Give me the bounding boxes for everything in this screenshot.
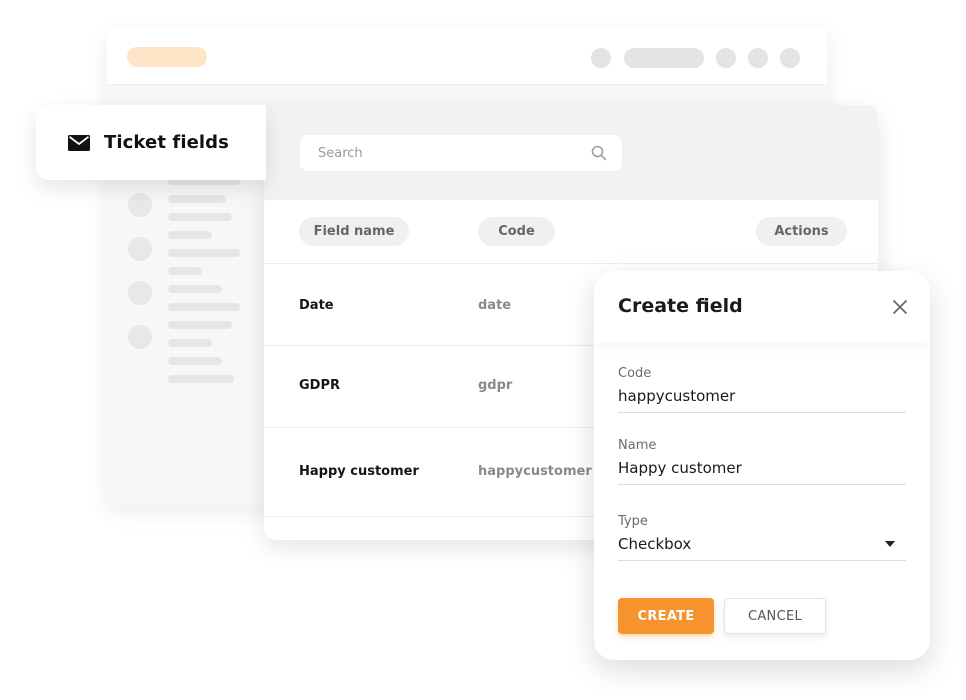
sidebar-item-label: Ticket fields bbox=[104, 132, 229, 153]
type-field-value[interactable]: Checkbox bbox=[618, 535, 691, 553]
window-topbar bbox=[107, 28, 827, 85]
field-underline bbox=[618, 412, 906, 413]
create-field-dialog: Create field Code happycustomer Name Hap… bbox=[594, 271, 930, 660]
name-field-label: Name bbox=[618, 438, 657, 453]
field-underline bbox=[618, 484, 906, 485]
search-bar-area bbox=[264, 105, 878, 200]
sidebar-skeleton-avatar bbox=[128, 193, 152, 217]
code-field-value[interactable]: happycustomer bbox=[618, 387, 735, 405]
topbar-dot-2[interactable] bbox=[716, 48, 736, 68]
sidebar-skeleton-line bbox=[168, 249, 240, 257]
sidebar-skeleton-line bbox=[168, 321, 232, 329]
row-field-code: date bbox=[478, 298, 512, 313]
code-field-label: Code bbox=[618, 366, 652, 381]
row-field-code: gdpr bbox=[478, 378, 513, 393]
sidebar-item-ticket-fields[interactable]: Ticket fields bbox=[36, 105, 266, 180]
sidebar-skeleton-line bbox=[168, 267, 202, 275]
logo-placeholder bbox=[127, 47, 207, 67]
sidebar-skeleton-avatar bbox=[128, 325, 152, 349]
search-input[interactable] bbox=[300, 135, 622, 171]
create-button[interactable]: CREATE bbox=[618, 598, 714, 634]
topbar-pill[interactable] bbox=[624, 48, 704, 68]
topbar-dot-4[interactable] bbox=[780, 48, 800, 68]
sidebar-skeleton-line bbox=[168, 375, 234, 383]
search-icon[interactable] bbox=[591, 145, 607, 161]
topbar-dot-3[interactable] bbox=[748, 48, 768, 68]
close-icon[interactable] bbox=[891, 298, 909, 316]
sidebar-skeleton-line bbox=[168, 195, 226, 203]
row-field-name: Happy customer bbox=[299, 464, 419, 479]
chevron-down-icon[interactable] bbox=[884, 540, 896, 548]
row-field-name: GDPR bbox=[299, 378, 340, 393]
envelope-icon bbox=[68, 134, 90, 151]
column-header-actions[interactable]: Actions bbox=[756, 217, 847, 246]
sidebar-skeleton-line bbox=[168, 285, 222, 293]
sidebar-skeleton-line bbox=[168, 303, 240, 311]
name-field-value[interactable]: Happy customer bbox=[618, 459, 742, 477]
dialog-title: Create field bbox=[618, 295, 743, 317]
dialog-header: Create field bbox=[594, 271, 930, 343]
sidebar-skeleton-line bbox=[168, 231, 212, 239]
type-field-label: Type bbox=[618, 514, 648, 529]
row-divider bbox=[264, 263, 878, 264]
row-field-name: Date bbox=[299, 298, 334, 313]
sidebar-skeleton-avatar bbox=[128, 237, 152, 261]
sidebar-skeleton-avatar bbox=[128, 281, 152, 305]
cancel-button[interactable]: CANCEL bbox=[724, 598, 826, 634]
sidebar-skeleton-line bbox=[168, 357, 222, 365]
column-header-code[interactable]: Code bbox=[478, 217, 555, 246]
row-field-code: happycustomer bbox=[478, 464, 592, 479]
field-underline bbox=[618, 560, 906, 561]
sidebar-skeleton-line bbox=[168, 339, 212, 347]
column-header-field-name[interactable]: Field name bbox=[299, 217, 409, 246]
sidebar-skeleton-line bbox=[168, 213, 232, 221]
topbar-dot-1[interactable] bbox=[591, 48, 611, 68]
